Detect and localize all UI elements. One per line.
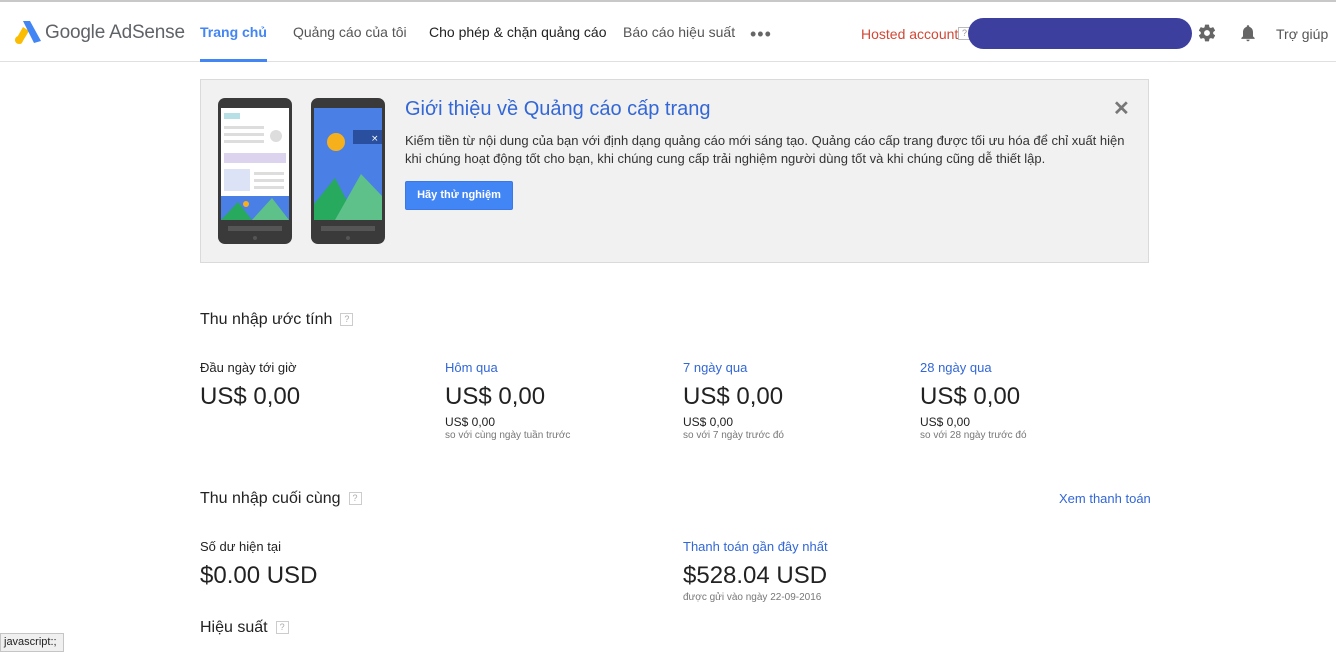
finalized-earnings-title-text: Thu nhập cuối cùng xyxy=(200,490,341,507)
last-7-days-compare-text: so với 7 ngày trước đó xyxy=(683,430,784,441)
more-menu-icon[interactable]: ••• xyxy=(750,24,772,45)
bell-icon[interactable] xyxy=(1238,23,1258,43)
page-level-ads-banner: × Giới thiệu về Quảng cáo cấp trang Kiếm… xyxy=(200,79,1149,263)
last-28-days-compare-value: US$ 0,00 xyxy=(920,415,971,429)
performance-title-text: Hiệu suất xyxy=(200,619,268,636)
help-link[interactable]: Trợ giúp xyxy=(1276,26,1328,42)
current-balance-label: Số dư hiện tại xyxy=(200,539,281,554)
banner-title: Giới thiệu về Quảng cáo cấp trang xyxy=(405,98,711,120)
last-28-days-compare-text: so với 28 ngày trước đó xyxy=(920,430,1027,441)
hosted-account-label: Hosted account xyxy=(861,26,959,42)
redacted-account-info xyxy=(968,18,1192,49)
banner-description: Kiếm tiền từ nội dung của bạn với định d… xyxy=(405,133,1125,166)
top-bar: Google AdSense Trang chủ Quảng cáo của t… xyxy=(0,0,1336,62)
brand-name[interactable]: Google AdSense xyxy=(45,22,185,44)
yesterday-link[interactable]: Hôm qua xyxy=(445,360,498,375)
view-payments-link[interactable]: Xem thanh toán xyxy=(1059,491,1151,506)
last-payment-value: $528.04 USD xyxy=(683,562,828,589)
yesterday-compare-value: US$ 0,00 xyxy=(445,415,496,429)
yesterday-value: US$ 0,00 xyxy=(445,383,546,410)
adsense-logo-icon[interactable] xyxy=(14,19,42,45)
last-payment-date: được gửi vào ngày 22-09-2016 xyxy=(683,592,822,603)
today-value: US$ 0,00 xyxy=(200,383,301,410)
help-icon[interactable]: ? xyxy=(340,313,354,327)
help-icon[interactable]: ? xyxy=(275,621,289,635)
last-payment-link[interactable]: Thanh toán gần đây nhất xyxy=(683,539,828,554)
last-28-days-link[interactable]: 28 ngày qua xyxy=(920,360,992,375)
svg-text:×: × xyxy=(371,134,379,144)
performance-title: Hiệu suất? xyxy=(200,619,289,637)
last-7-days-compare-value: US$ 0,00 xyxy=(683,415,734,429)
tab-allow-block-ads[interactable]: Cho phép & chặn quảng cáo xyxy=(429,2,606,62)
finalized-earnings-title: Thu nhập cuối cùng? xyxy=(200,490,362,508)
last-7-days-link[interactable]: 7 ngày qua xyxy=(683,360,747,375)
try-it-button[interactable]: Hãy thử nghiệm xyxy=(405,181,513,210)
tab-home[interactable]: Trang chủ xyxy=(200,2,267,62)
yesterday-compare-text: so với cùng ngày tuần trước xyxy=(445,430,571,441)
close-icon[interactable]: ✕ xyxy=(1113,96,1130,121)
phone-mockup-icon xyxy=(218,98,292,244)
help-icon[interactable]: ? xyxy=(348,492,362,506)
tab-my-ads[interactable]: Quảng cáo của tôi xyxy=(293,2,407,62)
tab-performance-reports[interactable]: Báo cáo hiệu suất xyxy=(623,2,735,62)
gear-icon[interactable] xyxy=(1197,23,1217,43)
phone-mockup-icon: × xyxy=(311,98,385,244)
today-label: Đầu ngày tới giờ xyxy=(200,360,297,375)
estimated-earnings-title-text: Thu nhập ước tính xyxy=(200,311,333,328)
estimated-earnings-title: Thu nhập ước tính? xyxy=(200,311,354,329)
current-balance-value: $0.00 USD xyxy=(200,562,318,589)
last-28-days-value: US$ 0,00 xyxy=(920,383,1021,410)
last-7-days-value: US$ 0,00 xyxy=(683,383,784,410)
browser-status-bar: javascript:; xyxy=(0,633,64,652)
